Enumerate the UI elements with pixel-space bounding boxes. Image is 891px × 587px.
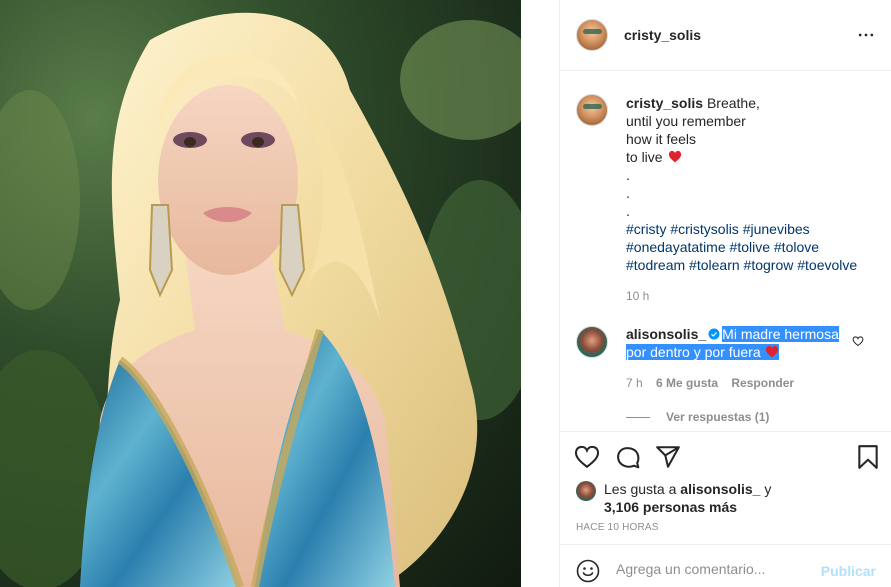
verified-icon <box>708 328 720 340</box>
publish-button[interactable]: Publicar <box>821 563 876 579</box>
hashtag-link[interactable]: #cristy <box>626 221 666 237</box>
hashtag-link[interactable]: #togrow <box>744 257 794 273</box>
heart-icon[interactable] <box>574 444 600 470</box>
hashtag-link[interactable]: #tolive <box>730 239 770 255</box>
hashtag-link[interactable]: #tolearn <box>689 257 740 273</box>
likes-count[interactable]: 3,106 personas más <box>604 499 737 515</box>
commenter-avatar[interactable] <box>576 326 608 358</box>
comment-timestamp[interactable]: 7 h <box>626 376 643 390</box>
liker-username[interactable]: alisonsolis_ <box>680 481 760 497</box>
liker-avatar[interactable] <box>576 481 596 501</box>
commenter-username[interactable]: alisonsolis_ <box>626 326 706 342</box>
comment-text: por dentro y por fuera <box>626 344 761 360</box>
comment-likes[interactable]: 6 Me gusta <box>656 376 718 390</box>
comment-text: Mi madre hermosa <box>722 326 839 342</box>
post-header: cristy_solis <box>560 0 891 71</box>
add-comment-bar: Publicar <box>560 544 891 587</box>
share-icon[interactable] <box>655 444 681 470</box>
caption-dot: . <box>626 185 630 201</box>
view-replies-label: Ver respuestas (1) <box>666 410 770 424</box>
post-photo[interactable] <box>0 0 521 587</box>
hashtag-link[interactable]: #todream <box>626 257 685 273</box>
more-icon[interactable] <box>856 25 876 45</box>
caption-hashtags: #cristy #cristysolis #junevibes #onedaya… <box>626 220 876 274</box>
comment-icon[interactable] <box>615 444 641 470</box>
red-heart-emoji-icon <box>669 150 682 163</box>
comment-input[interactable] <box>616 555 816 583</box>
emoji-icon[interactable] <box>576 559 600 583</box>
post-side-panel: cristy_solis cristy_solis Breathe, until… <box>559 0 891 587</box>
caption-line: how it feels <box>626 131 697 147</box>
caption-dot: . <box>626 167 630 183</box>
likes-connector: y <box>764 481 772 497</box>
comment-meta: 7 h 6 Me gusta Responder <box>626 376 794 390</box>
hashtag-link[interactable]: #onedayatatime <box>626 239 726 255</box>
author-avatar[interactable] <box>576 19 608 51</box>
post-photo-illustration <box>0 12 521 587</box>
hashtag-link[interactable]: #toevolve <box>797 257 857 273</box>
caption-line: until you remember <box>626 113 746 129</box>
caption-author-avatar[interactable] <box>576 94 608 126</box>
caption-line: Breathe, <box>706 95 760 111</box>
likes-summary: Les gusta a alisonsolis_ y 3,106 persona… <box>604 480 771 516</box>
replies-dash <box>626 417 650 419</box>
author-username[interactable]: cristy_solis <box>624 27 701 43</box>
hashtag-link[interactable]: #cristysolis <box>670 221 738 237</box>
post-timestamp[interactable]: HACE 10 HORAS <box>576 522 659 533</box>
caption-author-username[interactable]: cristy_solis <box>626 95 703 111</box>
hashtag-link[interactable]: #tolove <box>774 239 819 255</box>
comment: alisonsolis_ Mi madre hermosa por dentro … <box>626 325 846 361</box>
caption-timestamp[interactable]: 10 h <box>626 289 649 303</box>
post-caption: cristy_solis Breathe, until you remember… <box>626 94 876 220</box>
bookmark-icon[interactable] <box>855 444 881 470</box>
caption-dot: . <box>626 203 630 219</box>
caption-line: to live <box>626 149 663 165</box>
post-actions: Les gusta a alisonsolis_ y 3,106 persona… <box>560 431 891 587</box>
view-replies-button[interactable]: Ver respuestas (1) <box>626 410 769 424</box>
likes-prefix: Les gusta a <box>604 481 677 497</box>
reply-button[interactable]: Responder <box>731 376 794 390</box>
hashtag-link[interactable]: #junevibes <box>743 221 810 237</box>
red-heart-emoji-icon <box>765 345 778 358</box>
like-comment-heart-icon[interactable] <box>852 335 864 347</box>
